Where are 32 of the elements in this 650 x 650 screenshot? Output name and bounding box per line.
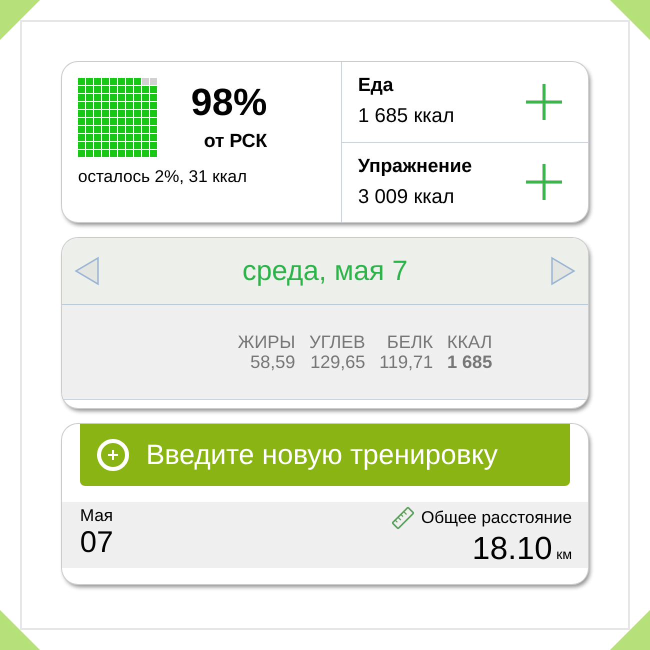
entry-value: 3 009 ккал: [358, 186, 456, 209]
nutrient-value: 58,59: [250, 352, 296, 372]
day-number: 07: [80, 526, 114, 560]
new-workout-button[interactable]: Введите новую тренировку: [80, 424, 570, 486]
plus-circle-icon: [96, 438, 130, 472]
entry-value: 1 685 ккал: [358, 105, 454, 128]
nutrient-value: 1 685: [447, 352, 492, 372]
previous-icon[interactable]: [74, 256, 100, 286]
entry-title: Упражнение: [358, 156, 472, 178]
percent-label: от РСК: [204, 131, 268, 153]
distance-unit: км: [556, 546, 572, 562]
distance-label: Общее расстояние: [421, 508, 572, 528]
date-title: среда, мая 7: [242, 255, 408, 287]
nutrient-label: УГЛЕВ: [309, 332, 366, 352]
corner-decoration: [610, 0, 650, 40]
distance-value: 18.10: [472, 530, 552, 567]
next-icon[interactable]: [550, 256, 576, 286]
add-icon[interactable]: [524, 162, 564, 202]
nutrient-label: ЖИРЫ: [238, 332, 296, 352]
percent-value: 98%: [191, 82, 268, 125]
corner-decoration: [610, 610, 650, 650]
corner-decoration: [0, 0, 40, 40]
entry-title: Еда: [358, 75, 394, 98]
month-label: Мая: [80, 506, 114, 526]
corner-decoration: [0, 610, 40, 650]
nutrient-value: 129,65: [310, 352, 366, 372]
add-icon[interactable]: [524, 82, 564, 122]
remaining-text: осталось 2%, 31 ккал: [78, 167, 248, 187]
nutrient-label: ККАЛ: [447, 332, 492, 352]
nutrient-label: БЕЛК: [386, 332, 434, 352]
ruler-icon: [391, 506, 416, 530]
nutrient-value: 119,71: [379, 352, 434, 372]
